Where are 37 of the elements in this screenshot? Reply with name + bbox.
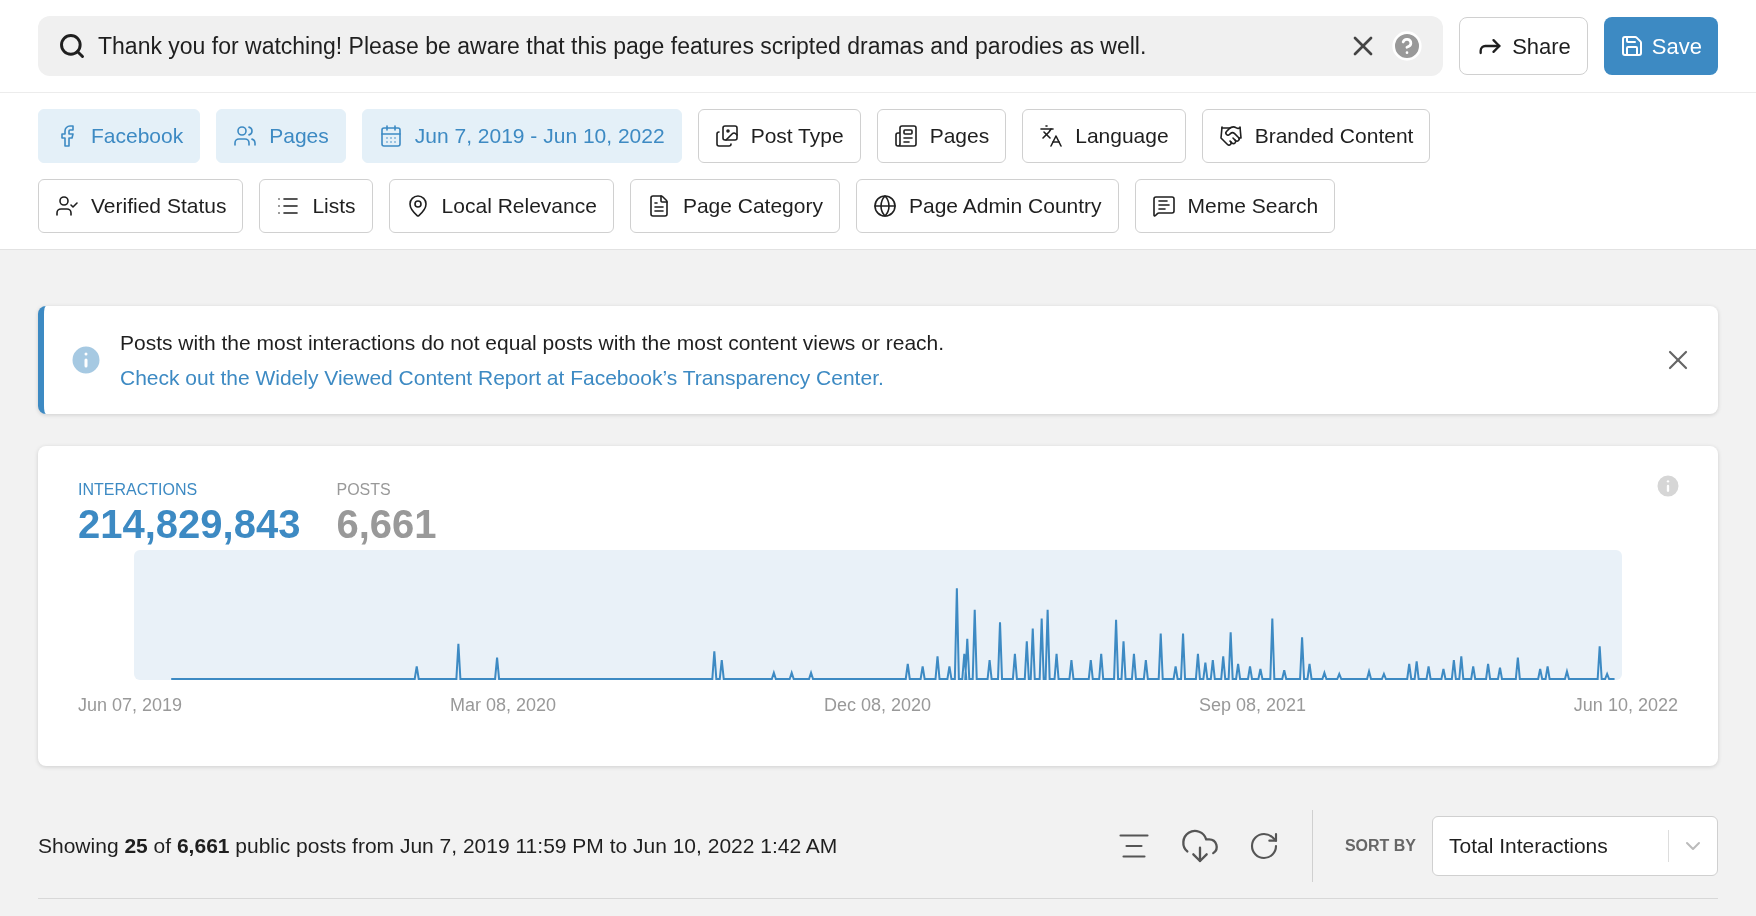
- help-icon[interactable]: [1391, 30, 1424, 62]
- axis-label: Jun 10, 2022: [1573, 694, 1678, 717]
- user-check-icon: [55, 194, 79, 218]
- axis-label: Jun 07, 2019: [78, 694, 183, 717]
- people-icon: [233, 124, 258, 148]
- filter-button[interactable]: Post Type: [697, 109, 861, 163]
- sort-label: SORT BY: [1344, 836, 1416, 856]
- filter-button[interactable]: Branded Content: [1201, 109, 1431, 163]
- filter-button[interactable]: Meme Search: [1134, 179, 1336, 233]
- results-summary: Showing 25 of 6,661 public posts from Jun 7, 2019 11:59 PM to Jun 10, 2022 1:42 AM: [38, 833, 839, 859]
- filter-button[interactable]: Verified Status: [38, 179, 244, 233]
- filter-button[interactable]: Local Relevance: [388, 179, 614, 233]
- filter-button[interactable]: Lists: [259, 179, 373, 233]
- filter-button[interactable]: Pages: [876, 109, 1007, 163]
- message-icon: [1151, 194, 1176, 218]
- notice-text: Posts with the most interactions do not equal posts with the most content views or reach.: [120, 329, 946, 356]
- handshake-icon: [1218, 124, 1243, 148]
- language-icon: [1039, 124, 1064, 148]
- calendar-icon: [378, 124, 403, 148]
- images-icon: [714, 124, 739, 148]
- axis-label: Dec 08, 2020: [823, 694, 931, 717]
- search-icon: [58, 32, 86, 60]
- filter-button[interactable]: Page Admin Country: [855, 179, 1119, 233]
- save-button[interactable]: Save: [1603, 17, 1718, 75]
- transparency-link[interactable]: Check out the Widely Viewed Content Report at Facebook’s Transparency Center.: [120, 362, 884, 394]
- newspaper-icon: [893, 124, 918, 148]
- search-input[interactable]: Thank you for watching! Please be aware that this page features scripted dramas and parodies as well.: [98, 28, 1336, 64]
- search-field[interactable]: Thank you for watching! Please be aware that this page features scripted dramas and parodies as well.: [38, 16, 1444, 76]
- filter-button[interactable]: Page Category: [629, 179, 840, 233]
- filter-button[interactable]: Language: [1022, 109, 1186, 163]
- stat-tab[interactable]: INTERACTIONS 214,829,843: [78, 478, 301, 546]
- save-icon: [1619, 34, 1644, 58]
- globe-icon: [872, 194, 897, 218]
- axis-label: Mar 08, 2020: [449, 694, 557, 717]
- sort-dropdown[interactable]: Total Interactions: [1432, 816, 1718, 876]
- axis-label: Sep 08, 2021: [1198, 694, 1306, 717]
- share-button[interactable]: Share: [1459, 17, 1588, 75]
